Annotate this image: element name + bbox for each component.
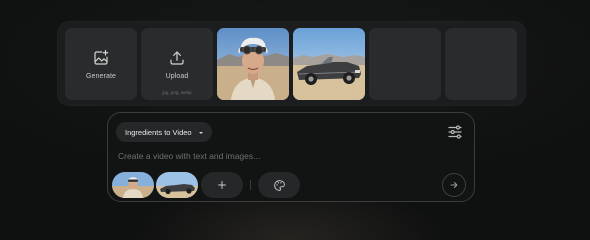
plus-icon [218,181,226,189]
asset-tray: Generate Upload jpg, png, webp [57,21,526,106]
sliders-icon[interactable] [446,123,464,141]
app-stage: Generate Upload jpg, png, webp Ingredien… [0,0,590,240]
add-ingredient-button[interactable] [201,172,243,198]
upload-icon [170,51,184,65]
upload-formats: jpg, png, webp [162,90,192,95]
ingredient-portrait-image [112,172,154,198]
upload-label: Upload [165,73,189,80]
upload-tile[interactable]: Upload jpg, png, webp [141,28,213,100]
style-button[interactable] [258,172,300,198]
car-image [293,28,365,100]
generate-image-icon [94,49,109,65]
generate-label: Generate [86,73,116,80]
empty-slot-2 [445,28,517,100]
toolbar-divider [250,180,251,190]
prompt-composer: Ingredients to Video [107,112,475,202]
mode-label: Ingredients to Video [125,127,192,137]
arrow-right-icon [450,182,458,188]
ingredient-car-image [156,172,198,198]
prompt-input[interactable] [118,149,418,163]
ingredient-chip-portrait[interactable] [112,172,154,198]
empty-slot-1 [369,28,441,100]
ingredient-chip-car[interactable] [156,172,198,198]
portrait-image [217,28,289,100]
generate-tile[interactable]: Generate [65,28,137,100]
asset-thumbnail-car[interactable] [293,28,365,100]
send-button[interactable] [442,173,466,197]
asset-thumbnail-portrait[interactable] [217,28,289,100]
caret-down-icon [198,131,203,134]
mode-dropdown[interactable]: Ingredients to Video [116,122,212,142]
palette-icon [273,179,285,191]
